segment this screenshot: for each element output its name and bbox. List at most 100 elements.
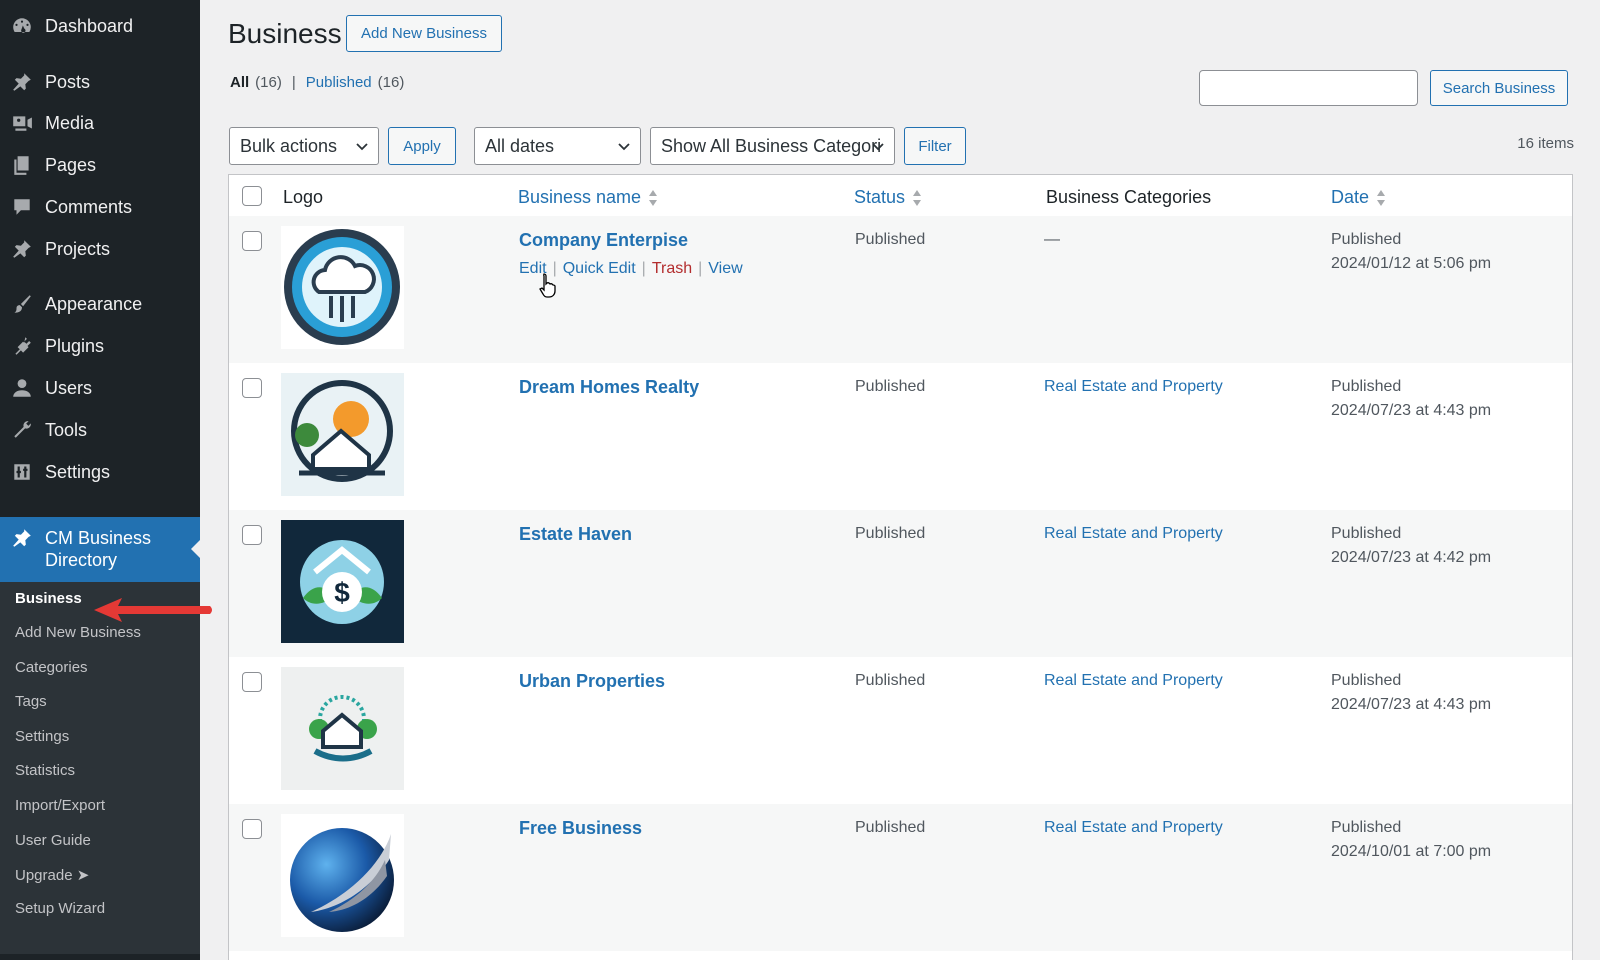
category-link[interactable]: Real Estate and Property <box>1044 672 1223 690</box>
business-name-link[interactable]: Free Business <box>519 818 642 839</box>
submenu-item-statistics[interactable]: Statistics <box>15 762 75 779</box>
date-value: 2024/01/12 at 5:06 pm <box>1331 255 1492 272</box>
filter-published-link[interactable]: Published <box>306 74 372 91</box>
business-name-link[interactable]: Dream Homes Realty <box>519 377 699 398</box>
apply-button[interactable]: Apply <box>388 127 456 165</box>
column-business-name[interactable]: Business name <box>518 187 659 208</box>
date-cell: Published 2024/07/23 at 4:43 pm <box>1331 375 1491 423</box>
sidebar-item-cm-business-directory[interactable]: CM Business Directory <box>0 517 200 582</box>
submenu-item-settings[interactable]: Settings <box>15 728 69 745</box>
status-text: Published <box>855 672 926 689</box>
items-count: 16 items <box>1517 135 1574 152</box>
bulk-actions-select[interactable]: Bulk actions <box>229 127 379 165</box>
add-new-business-button[interactable]: Add New Business <box>346 15 502 52</box>
column-status-label: Status <box>854 187 906 207</box>
submenu-item-user-guide[interactable]: User Guide <box>15 832 91 849</box>
sidebar-item-posts[interactable]: Posts <box>0 70 200 94</box>
select-all-checkbox[interactable] <box>242 186 262 206</box>
date-value: 2024/07/23 at 4:42 pm <box>1331 549 1492 566</box>
current-menu-pointer <box>191 540 200 558</box>
comment-icon <box>10 196 34 218</box>
status-filter-links: All (16) | Published (16) <box>230 74 404 91</box>
categories-select[interactable]: Show All Business Categori <box>650 127 895 165</box>
sort-icon <box>649 189 658 206</box>
date-status: Published <box>1331 231 1402 248</box>
dates-select[interactable]: All dates <box>474 127 641 165</box>
quick-edit-link[interactable]: Quick Edit <box>563 260 636 278</box>
business-name-link[interactable]: Urban Properties <box>519 671 665 692</box>
row-checkbox[interactable] <box>242 672 262 692</box>
filter-published-count: (16) <box>377 74 405 91</box>
row-checkbox[interactable] <box>242 231 262 251</box>
sidebar-item-pages[interactable]: Pages <box>0 153 200 177</box>
plugin-icon <box>10 335 34 357</box>
dashboard-icon <box>10 15 34 37</box>
column-status[interactable]: Status <box>854 187 923 208</box>
filter-all-link[interactable]: All <box>230 74 249 91</box>
row-checkbox[interactable] <box>242 378 262 398</box>
search-business-button[interactable]: Search Business <box>1430 70 1568 106</box>
category-link[interactable]: Real Estate and Property <box>1044 525 1223 543</box>
sidebar-item-tools[interactable]: Tools <box>0 418 200 442</box>
table-row: Urban Properties Published Real Estate a… <box>229 657 1572 804</box>
date-status: Published <box>1331 378 1402 395</box>
date-value: 2024/07/23 at 4:43 pm <box>1331 402 1492 419</box>
sidebar-item-plugins[interactable]: Plugins <box>0 334 200 358</box>
svg-text:$: $ <box>334 577 350 608</box>
chevron-down-icon <box>618 143 630 151</box>
view-link[interactable]: View <box>708 260 742 278</box>
logo-image[interactable] <box>281 667 404 790</box>
category-link[interactable]: Real Estate and Property <box>1044 819 1223 837</box>
submenu-item-import-export[interactable]: Import/Export <box>15 797 105 814</box>
logo-image[interactable] <box>281 226 404 349</box>
category-text: — <box>1044 231 1060 248</box>
search-input[interactable] <box>1199 70 1418 106</box>
column-business-name-label: Business name <box>518 187 642 207</box>
submenu-item-setup-wizard[interactable]: Setup Wizard <box>15 900 105 917</box>
pin-icon <box>10 71 34 93</box>
sidebar-item-dashboard[interactable]: Dashboard <box>0 14 200 38</box>
wrench-icon <box>10 419 34 441</box>
sidebar-item-projects[interactable]: Projects <box>0 237 200 261</box>
admin-sidebar: Dashboard Posts Media Pages Comments Pro… <box>0 0 200 960</box>
table-row: $ Estate Haven Published Real Estate and… <box>229 510 1572 657</box>
column-date[interactable]: Date <box>1331 187 1387 208</box>
sidebar-item-settings[interactable]: Settings <box>0 460 200 484</box>
status-text: Published <box>855 525 926 542</box>
submenu-item-tags[interactable]: Tags <box>15 693 47 710</box>
trash-link[interactable]: Trash <box>652 260 692 278</box>
date-status: Published <box>1331 672 1402 689</box>
pages-icon <box>10 154 34 176</box>
submenu-item-upgrade[interactable]: Upgrade ➤ <box>15 866 89 884</box>
date-value: 2024/07/23 at 4:43 pm <box>1331 696 1492 713</box>
row-actions-separator: | <box>641 260 646 277</box>
logo-image[interactable] <box>281 373 404 496</box>
categories-value: Show All Business Categori <box>661 135 882 156</box>
sidebar-item-appearance[interactable]: Appearance <box>0 292 200 316</box>
business-name-link[interactable]: Company Enterpise <box>519 230 688 251</box>
logo-image[interactable]: $ <box>281 520 404 643</box>
business-name-link[interactable]: Estate Haven <box>519 524 632 545</box>
logo-image[interactable] <box>281 814 404 937</box>
sort-icon <box>1377 189 1386 206</box>
status-text: Published <box>855 231 926 248</box>
row-actions-separator: | <box>698 260 703 277</box>
sidebar-item-comments[interactable]: Comments <box>0 195 200 219</box>
submenu-item-add-new-business[interactable]: Add New Business <box>15 624 141 641</box>
row-checkbox[interactable] <box>242 525 262 545</box>
row-checkbox[interactable] <box>242 819 262 839</box>
pin-icon <box>10 238 34 260</box>
category-link[interactable]: Real Estate and Property <box>1044 378 1223 396</box>
business-table: Logo Business name Status Business Categ… <box>228 174 1573 960</box>
media-icon <box>10 112 34 134</box>
submenu-item-categories[interactable]: Categories <box>15 659 88 676</box>
sidebar-item-media[interactable]: Media <box>0 111 200 135</box>
page-title: Business <box>228 18 342 49</box>
sliders-icon <box>10 461 34 483</box>
date-cell: Published 2024/10/01 at 7:00 pm <box>1331 816 1491 864</box>
sidebar-item-users[interactable]: Users <box>0 376 200 400</box>
filter-button[interactable]: Filter <box>904 127 966 165</box>
submenu-item-business[interactable]: Business <box>15 590 82 607</box>
column-date-label: Date <box>1331 187 1370 207</box>
user-icon <box>10 377 34 399</box>
